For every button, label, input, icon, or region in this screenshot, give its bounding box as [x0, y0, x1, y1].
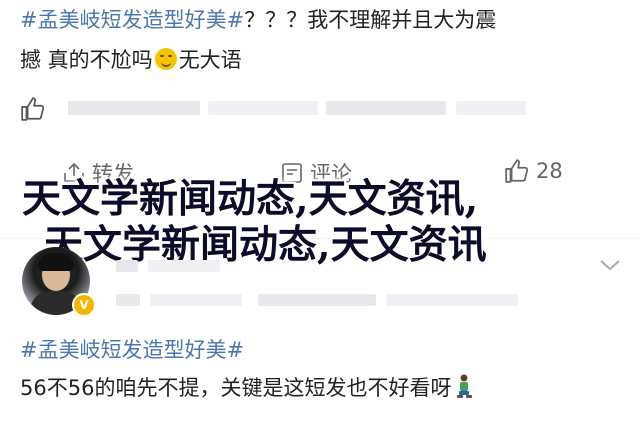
blurred-username	[116, 260, 138, 272]
blurred-meta	[386, 294, 518, 306]
like-outline-icon[interactable]	[20, 96, 46, 122]
blurred-liker-names	[326, 101, 446, 115]
hashtag-link[interactable]: #孟美岐短发造型好美#	[20, 8, 244, 32]
overlay-title-line-2: 天文学新闻动态,天文资讯	[44, 222, 487, 268]
post-text-fragment: ？？？我不理解并且大为震	[244, 8, 497, 32]
grin-sweat-emoji-icon	[154, 48, 177, 70]
kneeling-person-emoji-icon	[457, 374, 473, 398]
like-icon	[505, 159, 529, 183]
like-button[interactable]: 28	[504, 158, 563, 184]
verified-badge-icon: V	[72, 293, 96, 317]
blurred-meta	[150, 294, 242, 306]
post-text-line-2: 撼 真的不尬吗 无大语	[20, 44, 242, 76]
post-text-line-1: #孟美岐短发造型好美#？？？我不理解并且大为震	[20, 4, 496, 36]
blurred-liker-names	[208, 101, 318, 115]
blurred-liker-names	[68, 101, 200, 115]
post-text-fragment: 撼 真的不尬吗	[20, 48, 153, 72]
blurred-username	[148, 260, 220, 272]
post-text-line-4: 56不56的咱先不提，关键是这短发也不好看呀	[20, 372, 475, 404]
post-text-fragment: 56不56的咱先不提，关键是这短发也不好看呀	[20, 376, 452, 400]
like-count: 28	[536, 159, 563, 183]
hashtag-link[interactable]: #孟美岐短发造型好美#	[20, 338, 244, 362]
post-text-fragment: 无大语	[178, 48, 242, 72]
blurred-meta	[258, 294, 376, 306]
blurred-liker-names	[456, 101, 526, 115]
post-text-line-3: #孟美岐短发造型好美#	[20, 334, 244, 366]
blurred-meta	[116, 294, 140, 306]
chevron-down-icon[interactable]	[598, 257, 622, 273]
